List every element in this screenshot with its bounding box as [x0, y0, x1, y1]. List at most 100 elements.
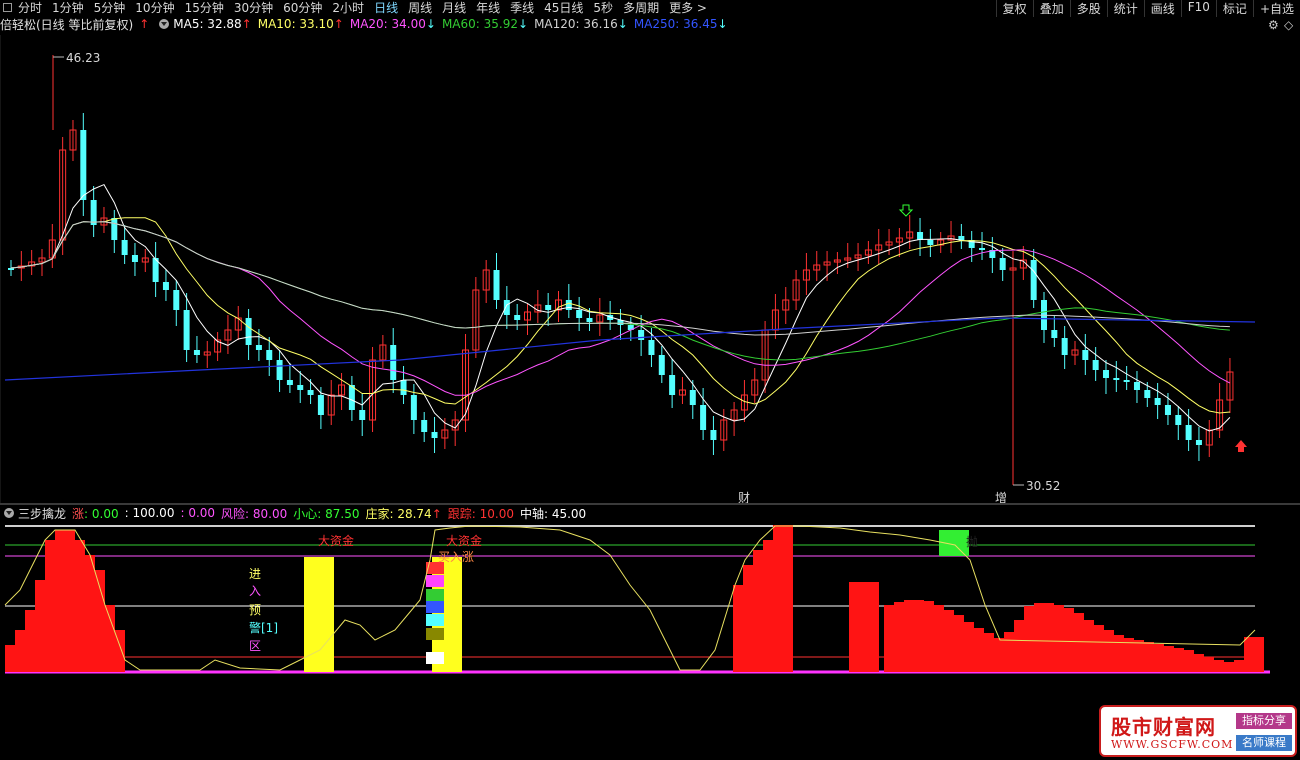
- histogram-bar: [1044, 603, 1054, 672]
- candle-body-down: [421, 420, 428, 432]
- candle-body-down: [297, 385, 304, 390]
- histogram-bar: [15, 630, 25, 672]
- histogram-bar: [1134, 640, 1144, 672]
- stack-block-4: [426, 614, 444, 626]
- zhang-label: 涨: 0.00: [72, 506, 119, 521]
- indicator-dropdown-icon[interactable]: [4, 508, 14, 518]
- candle-body-down: [658, 355, 665, 375]
- zone-char-4: 警[1]: [249, 621, 278, 635]
- candle-body-down: [162, 282, 169, 290]
- candle-body-down: [121, 240, 128, 255]
- candle-body-down: [1144, 390, 1151, 398]
- zhuangjia-value: 庄家: 28.74↑: [365, 506, 442, 521]
- candle-body-down: [1185, 425, 1192, 440]
- xiaoxin-value: 小心: 87.50: [293, 506, 360, 521]
- candle-body-down: [8, 268, 14, 270]
- histogram-bar: [1184, 650, 1194, 672]
- candle-body-down: [700, 405, 707, 430]
- zhuangjia-line: [4, 525, 1256, 671]
- stack-block-2: [426, 589, 444, 601]
- histogram-bar: [743, 565, 753, 672]
- histogram-bar: [1144, 642, 1154, 672]
- high-price-label: 46.23: [66, 51, 101, 65]
- ma5-line: [10, 183, 1231, 432]
- histogram-bar: [944, 610, 954, 672]
- histogram-bar: [924, 601, 934, 672]
- stack-block-6: [426, 652, 444, 664]
- yellow-bar-1: [304, 557, 334, 672]
- histogram-bar: [1154, 644, 1164, 672]
- histogram-bar: [1204, 657, 1214, 672]
- histogram-bar: [1194, 654, 1204, 672]
- candle-body-down: [565, 300, 572, 310]
- histogram-bar: [45, 540, 55, 672]
- candle-body-down: [307, 390, 314, 395]
- histogram-bar: [1164, 646, 1174, 672]
- histogram-bar: [1034, 603, 1044, 672]
- histogram-bar: [894, 602, 904, 672]
- candle-body-down: [710, 430, 717, 440]
- candle-body-down: [90, 200, 97, 225]
- site-watermark-logo: 股市财富网 WWW.GSCFW.COM 指标分享 名师课程: [1099, 705, 1297, 757]
- candle-body-down: [359, 410, 366, 420]
- indicator-name: 三步擒龙: [18, 506, 67, 521]
- histogram-bar: [783, 525, 793, 672]
- histogram-bar: [733, 585, 743, 672]
- histogram-bar: [984, 633, 994, 672]
- dazijin-label-2: 大资金: [446, 534, 483, 548]
- histogram-bar: [25, 610, 35, 672]
- candle-body-down: [648, 340, 655, 355]
- candle-body-down: [979, 248, 986, 250]
- histogram-bar: [869, 582, 879, 672]
- candle-body-down: [493, 270, 500, 300]
- histogram-bar: [1024, 606, 1034, 672]
- candle-body-down: [503, 300, 510, 315]
- histogram-bar: [773, 525, 783, 672]
- green-marker: [939, 530, 969, 556]
- candle-body-down: [276, 360, 283, 380]
- candle-body-down: [193, 350, 200, 355]
- candle-body-down: [1164, 405, 1171, 415]
- candle-body-down: [410, 395, 417, 420]
- candlestick-chart[interactable]: [0, 0, 1300, 503]
- pao-label: 抛: [966, 535, 979, 549]
- candle-body-down: [400, 380, 407, 395]
- buy-arrow-icon: [1235, 440, 1247, 452]
- zone-char-3: 预: [249, 603, 262, 617]
- histogram-bar: [1174, 648, 1184, 672]
- histogram-bar: [1214, 660, 1224, 672]
- candle-body-down: [131, 255, 138, 262]
- candle-body-down: [1092, 360, 1099, 370]
- candle-body-down: [431, 432, 438, 438]
- candle-body-down: [669, 375, 676, 395]
- histogram-bar: [753, 550, 763, 672]
- histogram-bar: [904, 600, 914, 672]
- histogram-bar: [859, 582, 869, 672]
- histogram-bar: [1064, 608, 1074, 672]
- yellow-bar-2: [432, 557, 462, 672]
- candle-body-down: [514, 315, 521, 320]
- candle-body-down: [689, 390, 696, 405]
- histogram-bar: [105, 605, 115, 672]
- candle-body-down: [1102, 370, 1109, 378]
- candle-body-down: [638, 330, 645, 340]
- histogram-bar: [55, 530, 65, 672]
- histogram-bar: [95, 570, 105, 672]
- candle-body-down: [173, 290, 180, 310]
- histogram-bar: [1014, 620, 1024, 672]
- histogram-bar: [1084, 620, 1094, 672]
- histogram-bar: [1124, 638, 1134, 672]
- candle-body-down: [586, 318, 593, 322]
- candle-body-down: [1082, 350, 1089, 360]
- candle-body-down: [80, 130, 87, 200]
- histogram-bar: [1244, 637, 1254, 672]
- candle-body-down: [266, 350, 273, 360]
- value-100: : 100.00: [124, 506, 175, 520]
- candle-body-down: [545, 305, 552, 310]
- histogram-bar: [1074, 613, 1084, 672]
- candle-body-down: [1051, 330, 1058, 338]
- panel-separator[interactable]: [0, 503, 1300, 505]
- histogram-bar: [934, 605, 944, 672]
- histogram-bar: [75, 540, 85, 672]
- histogram-bar: [1094, 625, 1104, 672]
